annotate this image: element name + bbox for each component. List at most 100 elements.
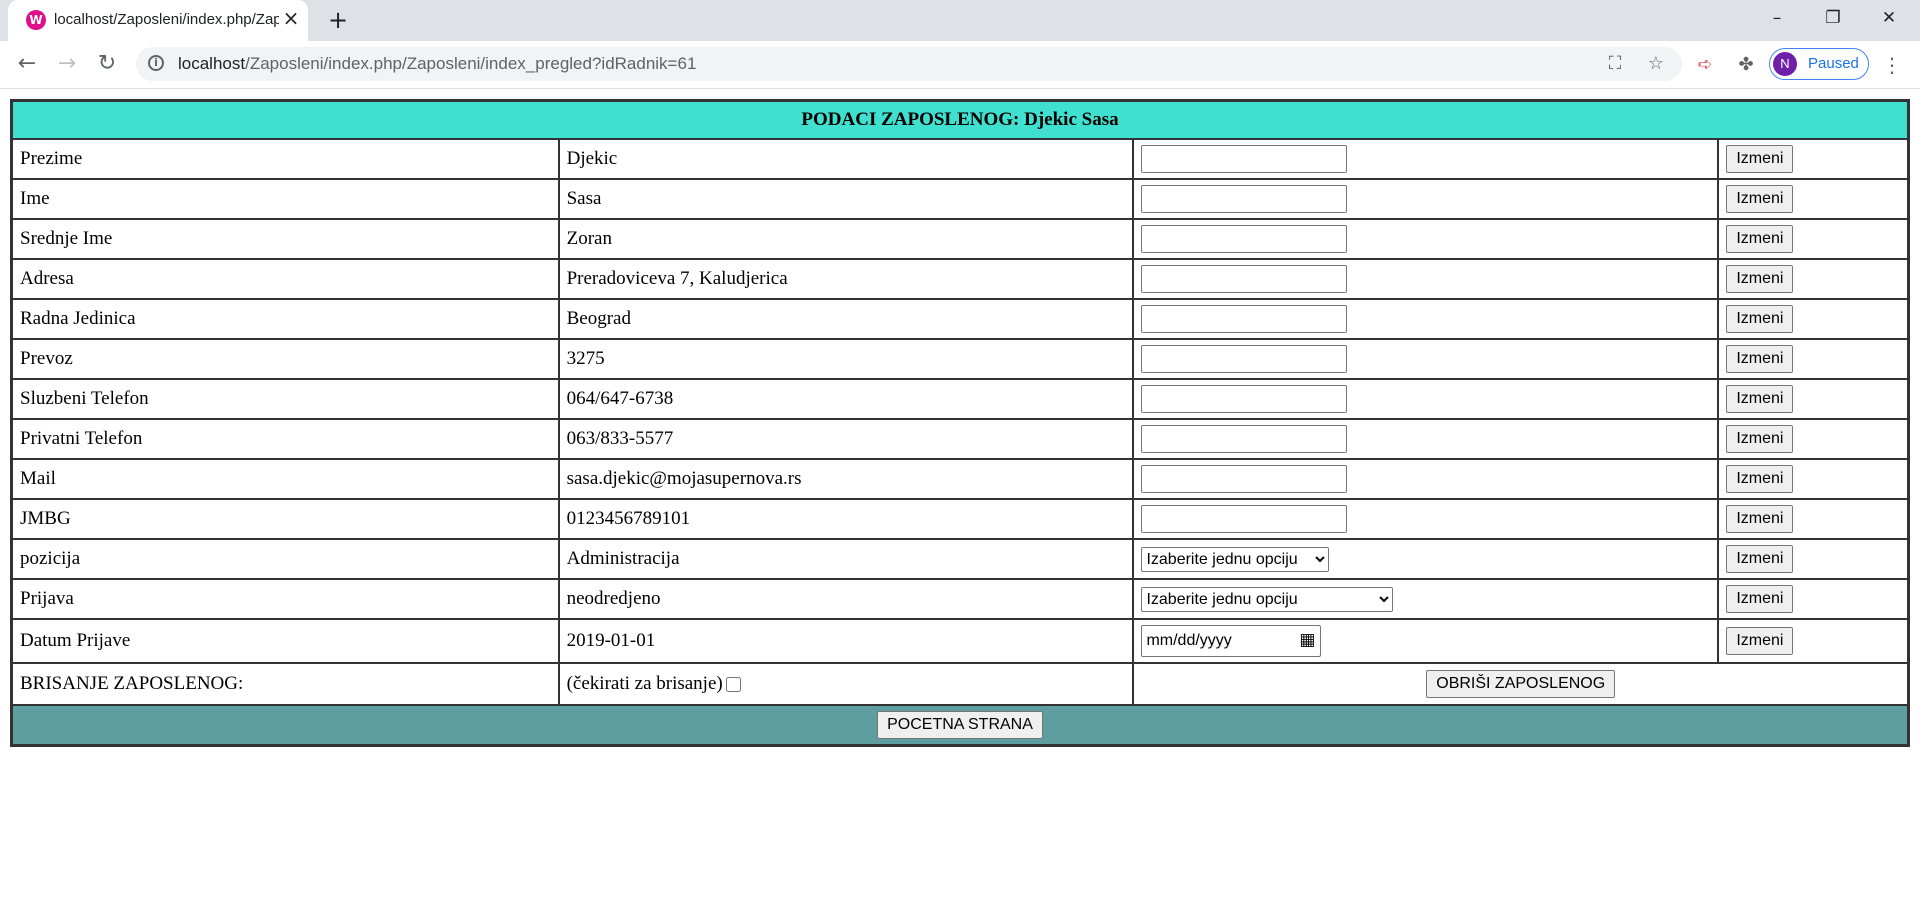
field-button-cell: Izmeni bbox=[1718, 339, 1908, 379]
izmeni-pozicija-button[interactable]: Izmeni bbox=[1726, 545, 1794, 573]
table-row: BRISANJE ZAPOSLENOG: (čekirati za brisan… bbox=[12, 663, 1908, 705]
browser-menu-icon[interactable]: ⋮ bbox=[1882, 54, 1902, 76]
wamp-favicon-icon: W bbox=[26, 10, 46, 30]
izmeni-prevoz-button[interactable]: Izmeni bbox=[1726, 345, 1794, 373]
site-info-icon[interactable]: i bbox=[148, 55, 164, 71]
izmeni-jmbg-button[interactable]: Izmeni bbox=[1726, 505, 1794, 533]
field-button-cell: Izmeni bbox=[1718, 419, 1908, 459]
field-button-cell: Izmeni bbox=[1718, 459, 1908, 499]
prijava-select[interactable]: Izaberite jednu opciju bbox=[1141, 586, 1394, 612]
delete-employee-button[interactable]: OBRIŠI ZAPOSLENOG bbox=[1426, 670, 1616, 698]
izmeni-datum-prijave-button[interactable]: Izmeni bbox=[1726, 627, 1794, 655]
field-value: 063/833-5577 bbox=[558, 419, 1134, 459]
field-label: Radna Jedinica bbox=[12, 299, 559, 339]
privatni-telefon-input[interactable] bbox=[1141, 425, 1348, 453]
forward-icon[interactable]: → bbox=[52, 49, 82, 79]
restore-icon[interactable]: ❐ bbox=[1810, 0, 1856, 36]
bookmark-star-icon[interactable]: ☆ bbox=[1645, 53, 1667, 75]
table-row: Sluzbeni Telefon 064/647-6738 Izmeni bbox=[12, 379, 1908, 419]
field-value: Preradoviceva 7, Kaludjerica bbox=[558, 259, 1134, 299]
datum-prijave-date-input[interactable]: mm/dd/yyyy ▦ bbox=[1141, 625, 1322, 657]
page-content: PODACI ZAPOSLENOG: Djekic Sasa Prezime D… bbox=[0, 89, 1920, 920]
izmeni-privatni-telefon-button[interactable]: Izmeni bbox=[1726, 425, 1794, 453]
table-row: Radna Jedinica Beograd Izmeni bbox=[12, 299, 1908, 339]
field-input-cell bbox=[1133, 179, 1719, 219]
url-text[interactable]: localhost/Zaposleni/index.php/Zaposleni/… bbox=[178, 54, 696, 74]
minimize-icon[interactable]: – bbox=[1754, 0, 1800, 36]
field-label: Srednje Ime bbox=[12, 219, 559, 259]
back-icon[interactable]: ← bbox=[12, 49, 42, 79]
table-row: Ime Sasa Izmeni bbox=[12, 179, 1908, 219]
table-row: Prevoz 3275 Izmeni bbox=[12, 339, 1908, 379]
field-input-cell: Izaberite jednu opciju bbox=[1133, 579, 1719, 619]
jmbg-input[interactable] bbox=[1141, 505, 1348, 533]
field-label: Prijava bbox=[12, 579, 559, 619]
field-input-cell bbox=[1133, 379, 1719, 419]
prezime-input[interactable] bbox=[1141, 145, 1348, 173]
field-label: Prezime bbox=[12, 139, 559, 179]
delete-checkbox[interactable] bbox=[725, 677, 741, 693]
field-input-cell bbox=[1133, 259, 1719, 299]
extensions-puzzle-icon[interactable]: ✤ bbox=[1735, 54, 1757, 76]
field-label: Sluzbeni Telefon bbox=[12, 379, 559, 419]
ime-input[interactable] bbox=[1141, 185, 1348, 213]
table-row: Mail sasa.djekic@mojasupernova.rs Izmeni bbox=[12, 459, 1908, 499]
tab-title: localhost/Zaposleni/index.php/Zaposleni/… bbox=[54, 11, 279, 28]
table-row: Srednje Ime Zoran Izmeni bbox=[12, 219, 1908, 259]
field-input-cell bbox=[1133, 499, 1719, 539]
field-input-cell bbox=[1133, 459, 1719, 499]
translate-icon[interactable]: ⛶ bbox=[1604, 53, 1626, 75]
izmeni-mail-button[interactable]: Izmeni bbox=[1726, 465, 1794, 493]
employee-table-header: PODACI ZAPOSLENOG: Djekic Sasa bbox=[12, 101, 1908, 139]
footer-cell: POCETNA STRANA bbox=[12, 705, 1908, 745]
field-label: Prevoz bbox=[12, 339, 559, 379]
izmeni-prijava-button[interactable]: Izmeni bbox=[1726, 585, 1794, 613]
field-button-cell: Izmeni bbox=[1718, 179, 1908, 219]
field-input-cell: mm/dd/yyyy ▦ bbox=[1133, 619, 1719, 663]
izmeni-sluzbeni-telefon-button[interactable]: Izmeni bbox=[1726, 385, 1794, 413]
reload-icon[interactable]: ↻ bbox=[92, 49, 122, 79]
window-close-icon[interactable]: ✕ bbox=[1866, 0, 1912, 36]
field-button-cell: Izmeni bbox=[1718, 619, 1908, 663]
browser-chrome: W localhost/Zaposleni/index.php/Zaposlen… bbox=[0, 0, 1920, 89]
field-label: JMBG bbox=[12, 499, 559, 539]
table-row: Privatni Telefon 063/833-5577 Izmeni bbox=[12, 419, 1908, 459]
field-value: 0123456789101 bbox=[558, 499, 1134, 539]
field-input-cell bbox=[1133, 419, 1719, 459]
delete-check-cell: (čekirati za brisanje) bbox=[558, 663, 1134, 705]
izmeni-ime-button[interactable]: Izmeni bbox=[1726, 185, 1794, 213]
prevoz-input[interactable] bbox=[1141, 345, 1348, 373]
extension-cast-icon[interactable]: ➪ bbox=[1694, 54, 1716, 76]
date-placeholder: mm/dd/yyyy bbox=[1146, 632, 1232, 649]
profile-status: Paused bbox=[1808, 55, 1859, 72]
mail-input[interactable] bbox=[1141, 465, 1348, 493]
field-label: Datum Prijave bbox=[12, 619, 559, 663]
field-input-cell bbox=[1133, 339, 1719, 379]
calendar-icon[interactable]: ▦ bbox=[1299, 630, 1315, 650]
close-tab-icon[interactable]: × bbox=[280, 7, 302, 29]
field-button-cell: Izmeni bbox=[1718, 139, 1908, 179]
delete-check-text: (čekirati za brisanje) bbox=[566, 673, 723, 694]
pozicija-select[interactable]: Izaberite jednu opciju bbox=[1141, 546, 1330, 572]
adresa-input[interactable] bbox=[1141, 265, 1348, 293]
browser-toolbar: ← → ↻ i localhost/Zaposleni/index.php/Za… bbox=[0, 41, 1920, 89]
izmeni-srednje-ime-button[interactable]: Izmeni bbox=[1726, 225, 1794, 253]
field-button-cell: Izmeni bbox=[1718, 499, 1908, 539]
field-button-cell: Izmeni bbox=[1718, 379, 1908, 419]
browser-tab[interactable]: W localhost/Zaposleni/index.php/Zaposlen… bbox=[8, 0, 308, 41]
izmeni-prezime-button[interactable]: Izmeni bbox=[1726, 145, 1794, 173]
radna-jedinica-input[interactable] bbox=[1141, 305, 1348, 333]
profile-button[interactable]: N Paused bbox=[1769, 48, 1869, 80]
address-bar[interactable]: i localhost/Zaposleni/index.php/Zaposlen… bbox=[136, 47, 1682, 81]
field-button-cell: Izmeni bbox=[1718, 259, 1908, 299]
table-row: Prijava neodredjeno Izaberite jednu opci… bbox=[12, 579, 1908, 619]
sluzbeni-telefon-input[interactable] bbox=[1141, 385, 1348, 413]
new-tab-icon[interactable]: + bbox=[324, 6, 352, 34]
field-value: Djekic bbox=[558, 139, 1134, 179]
izmeni-radna-jedinica-button[interactable]: Izmeni bbox=[1726, 305, 1794, 333]
srednje-ime-input[interactable] bbox=[1141, 225, 1348, 253]
izmeni-adresa-button[interactable]: Izmeni bbox=[1726, 265, 1794, 293]
employee-table: PODACI ZAPOSLENOG: Djekic Sasa Prezime D… bbox=[10, 99, 1910, 747]
field-input-cell bbox=[1133, 299, 1719, 339]
home-button[interactable]: POCETNA STRANA bbox=[877, 711, 1043, 739]
